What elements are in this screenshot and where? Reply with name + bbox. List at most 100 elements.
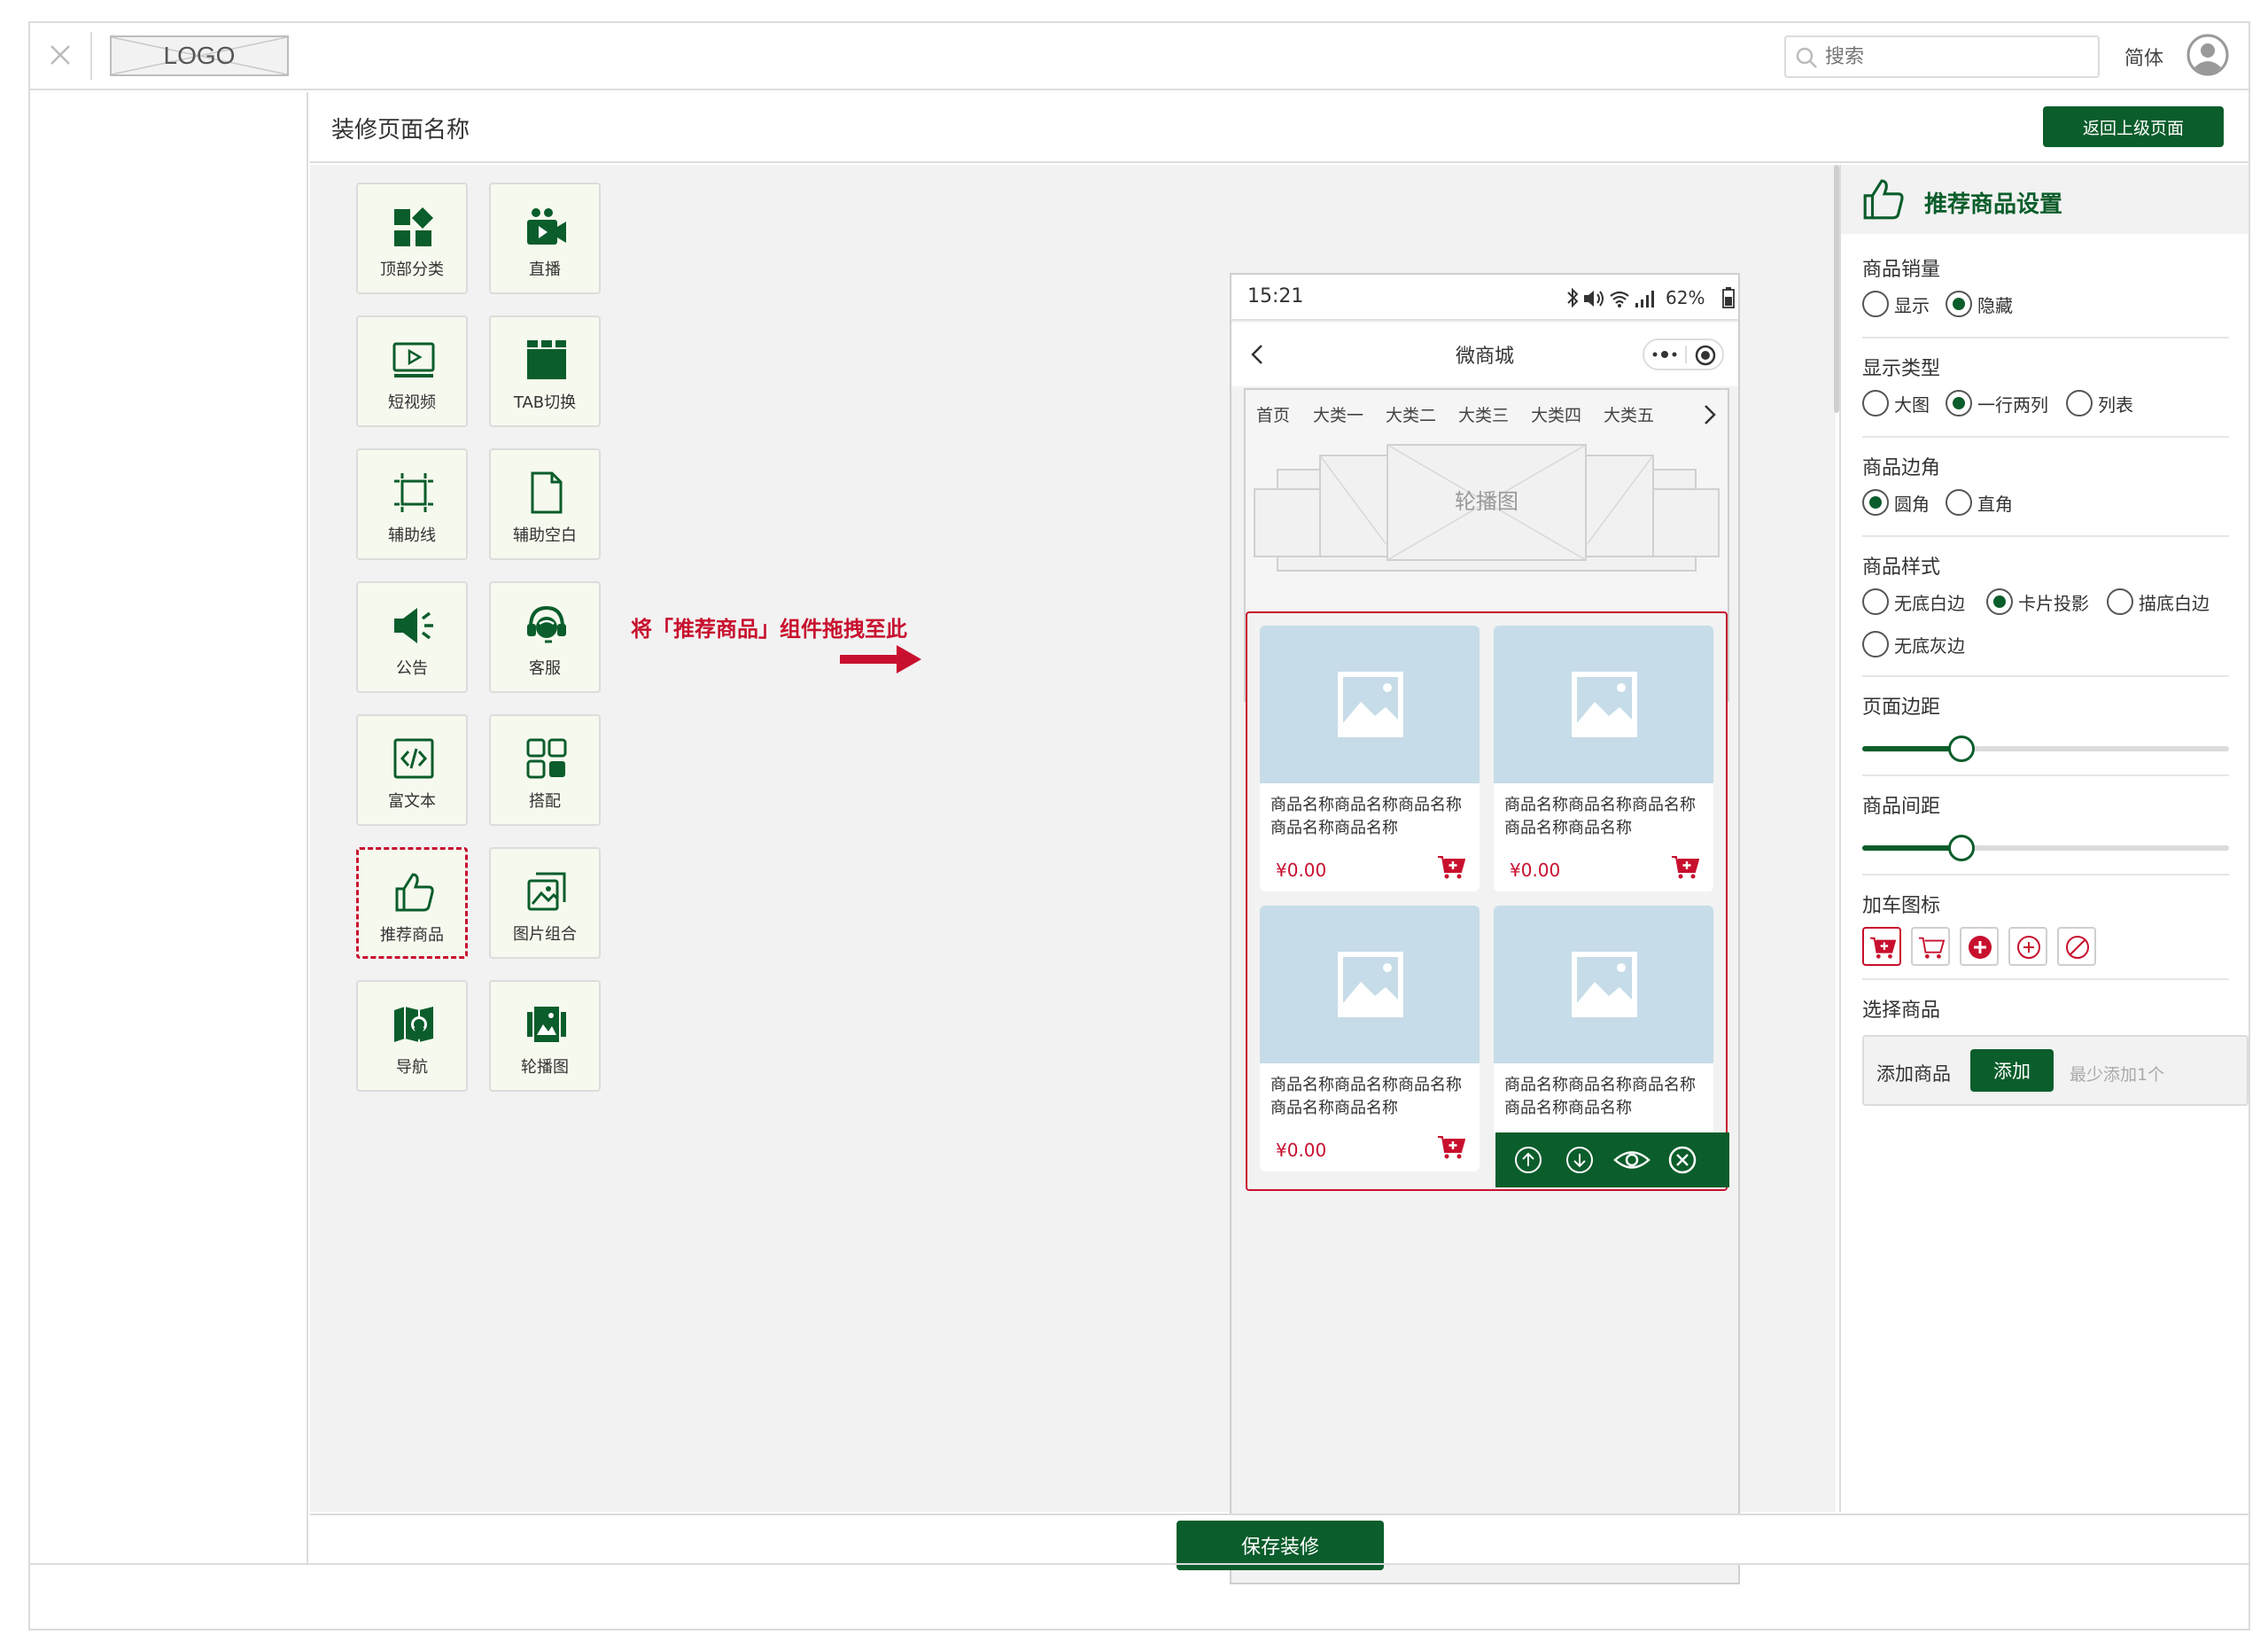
palette-item-navigation[interactable]: 导航	[356, 980, 468, 1092]
style-plain-radio[interactable]: 无底白边	[1862, 588, 1965, 615]
avatar-icon[interactable]	[2186, 34, 2229, 76]
cart-option-plus-filled[interactable]	[1960, 927, 1999, 966]
palette-item-carousel[interactable]: 轮播图	[489, 980, 601, 1092]
divider	[1862, 436, 2229, 438]
category-tab[interactable]: 大类五	[1604, 402, 1654, 426]
close-icon[interactable]	[46, 41, 74, 69]
combo-grid-icon	[526, 738, 567, 779]
search-box[interactable]	[1784, 35, 2100, 78]
cart-option-plus-outline[interactable]	[2008, 927, 2047, 966]
palette-item-label: 轮播图	[521, 1058, 569, 1077]
mini-program-capsule[interactable]	[1643, 339, 1724, 370]
palette-item-label: 辅助线	[388, 526, 436, 545]
move-down-icon[interactable]	[1565, 1145, 1595, 1175]
palette-item-tab-switch[interactable]: TAB切换	[489, 315, 601, 427]
sales-show-radio[interactable]: 显示	[1862, 291, 1930, 317]
palette-item-top-category[interactable]: 顶部分类	[356, 183, 468, 294]
eye-icon[interactable]	[1612, 1145, 1651, 1175]
cart-outline-icon	[1918, 937, 1945, 959]
corner-label: 商品边角	[1862, 457, 1941, 479]
palette-item-short-video[interactable]: 短视频	[356, 315, 468, 427]
palette-item-label: 富文本	[388, 792, 436, 811]
product-card[interactable]: 商品名称商品名称商品名称商品名称商品名称 ¥0.00	[1260, 906, 1480, 1171]
add-goods-hint: 最少添加1个	[2070, 1065, 2165, 1085]
add-to-cart-icon[interactable]	[1437, 854, 1465, 879]
page-margin-label: 页面边距	[1862, 696, 1941, 719]
corner-round-radio[interactable]: 圆角	[1862, 489, 1930, 516]
palette-item-label: 导航	[396, 1058, 428, 1077]
phone-nav-bar: 微商城	[1231, 323, 1738, 386]
style-outline-radio[interactable]: 描底白边	[2107, 588, 2210, 615]
display-list-radio[interactable]: 列表	[2066, 390, 2133, 416]
product-image	[1260, 906, 1480, 1063]
category-tabs: 首页 大类一 大类二 大类三 大类四 大类五	[1246, 390, 1728, 440]
cart-option-filled[interactable]	[1862, 927, 1901, 966]
product-card[interactable]: 商品名称商品名称商品名称商品名称商品名称	[1494, 906, 1713, 1171]
search-icon	[1796, 47, 1817, 68]
plus-filled-icon	[1969, 936, 1992, 959]
carousel-label: 轮播图	[1455, 489, 1518, 514]
cart-option-outline[interactable]	[1911, 927, 1950, 966]
palette-item-combo[interactable]: 搭配	[489, 714, 601, 826]
palette-item-label: 客服	[529, 659, 561, 678]
cart-option-none[interactable]	[2057, 927, 2096, 966]
page-margin-slider[interactable]	[1862, 735, 2229, 762]
palette-item-blank-space[interactable]: 辅助空白	[489, 448, 601, 560]
settings-header: 推荐商品设置	[1841, 165, 2249, 234]
arrow-right-icon	[840, 645, 921, 673]
cart-icon-label: 加车图标	[1862, 895, 1941, 917]
chevron-right-icon[interactable]	[1703, 404, 1717, 425]
display-large-radio[interactable]: 大图	[1862, 390, 1930, 416]
product-card[interactable]: 商品名称商品名称商品名称商品名称商品名称 ¥0.00	[1260, 626, 1480, 891]
slider-knob[interactable]	[1948, 835, 1975, 861]
category-tab[interactable]: 首页	[1256, 402, 1290, 426]
palette-item-announcement[interactable]: 公告	[356, 581, 468, 693]
category-tab[interactable]: 大类三	[1458, 402, 1509, 426]
corner-square-radio[interactable]: 直角	[1946, 489, 2013, 516]
divider	[1862, 978, 2229, 980]
category-tab[interactable]: 大类四	[1531, 402, 1581, 426]
left-sidebar	[30, 92, 308, 1563]
thumbs-up-icon	[1863, 179, 1904, 220]
language-switch[interactable]: 简体	[2124, 43, 2163, 71]
recommended-goods-block[interactable]: 商品名称商品名称商品名称商品名称商品名称 ¥0.00 商品名称商品名称商品名称商…	[1246, 611, 1729, 1191]
slider-knob[interactable]	[1948, 735, 1975, 762]
add-to-cart-icon[interactable]	[1437, 1134, 1465, 1159]
product-name: 商品名称商品名称商品名称商品名称商品名称	[1504, 796, 1696, 837]
target-close-icon[interactable]	[1694, 344, 1717, 367]
palette-item-label: 短视频	[388, 393, 436, 412]
palette-item-recommended-goods[interactable]: 推荐商品	[356, 847, 468, 959]
work-area: 装修页面名称 返回上级页面 顶部分类 直播 短视频 TAB切换 辅助线 辅助空白…	[310, 92, 2249, 1584]
cart-icon-options	[1862, 927, 2229, 968]
style-gray-radio[interactable]: 无底灰边	[1862, 631, 1965, 658]
product-card[interactable]: 商品名称商品名称商品名称商品名称商品名称 ¥0.00	[1494, 626, 1713, 891]
palette-item-customer-service[interactable]: 客服	[489, 581, 601, 693]
palette-item-label: TAB切换	[513, 393, 577, 412]
palette-item-rich-text[interactable]: 富文本	[356, 714, 468, 826]
move-up-icon[interactable]	[1513, 1145, 1543, 1175]
add-to-cart-icon[interactable]	[1671, 854, 1699, 879]
sales-hide-radio[interactable]: 隐藏	[1946, 291, 2013, 317]
footer-bar: 保存装修	[310, 1514, 2249, 1570]
category-tab[interactable]: 大类二	[1386, 402, 1436, 426]
add-goods-button[interactable]: 添加	[1970, 1049, 2054, 1092]
palette-item-label: 直播	[529, 261, 561, 279]
back-button[interactable]: 返回上级页面	[2043, 106, 2224, 147]
palette-item-live[interactable]: 直播	[489, 183, 601, 294]
divider	[1862, 535, 2229, 537]
more-dots-icon[interactable]	[1650, 346, 1682, 363]
product-image	[1260, 626, 1480, 783]
divider	[90, 32, 92, 80]
delete-circle-icon[interactable]	[1667, 1145, 1697, 1175]
item-spacing-slider[interactable]	[1862, 835, 2229, 861]
palette-item-image-group[interactable]: 图片组合	[489, 847, 601, 959]
battery-icon	[1722, 287, 1735, 308]
display-two-column-radio[interactable]: 一行两列	[1946, 390, 2048, 416]
style-card-shadow-radio[interactable]: 卡片投影	[1986, 588, 2089, 615]
customer-service-icon	[527, 605, 566, 643]
tab-switch-icon	[527, 340, 566, 379]
search-input[interactable]	[1825, 43, 2091, 71]
category-tab[interactable]: 大类一	[1313, 402, 1363, 426]
product-price: ¥0.00	[1276, 1140, 1327, 1161]
palette-item-guide-line[interactable]: 辅助线	[356, 448, 468, 560]
